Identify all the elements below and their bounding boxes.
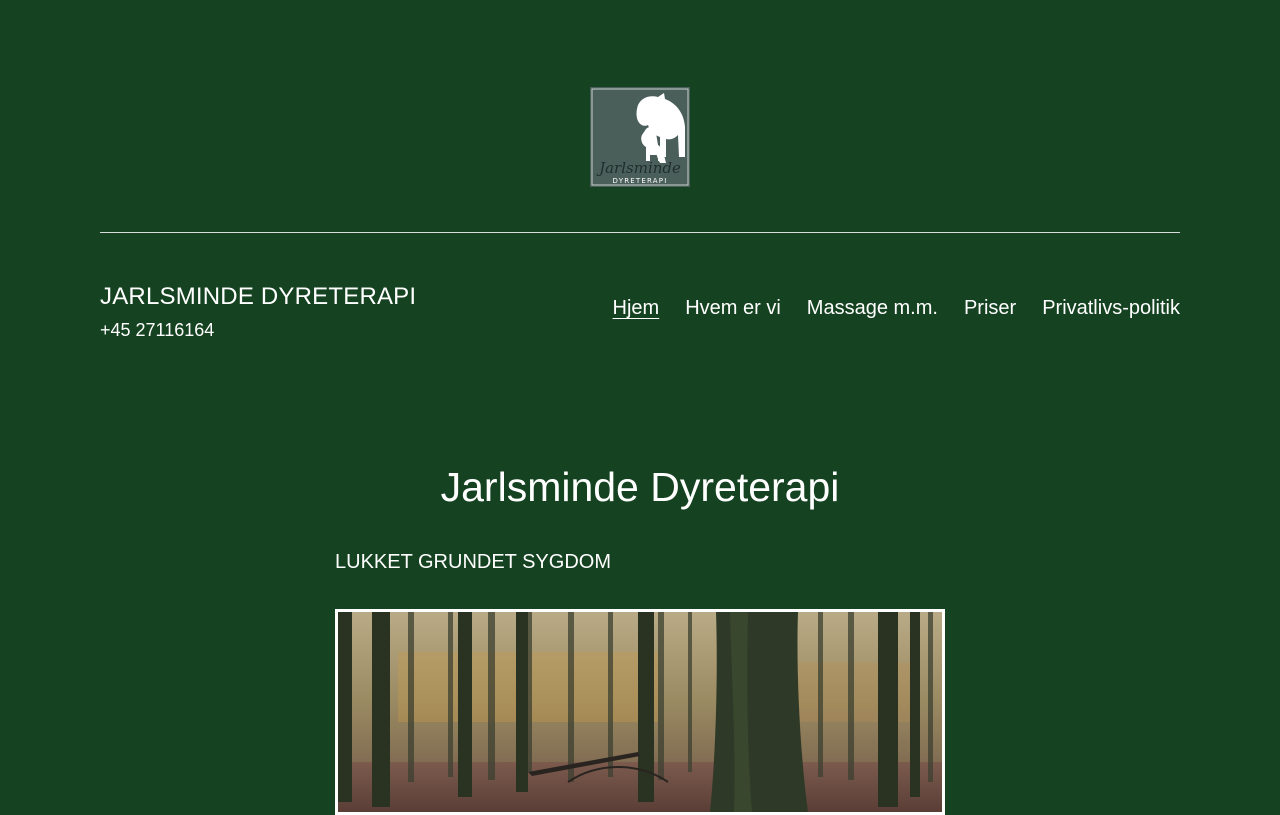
site-title[interactable]: JARLSMINDE DYRETERAPI — [100, 283, 416, 311]
logo-script-text: Jarlsminde — [596, 159, 681, 177]
logo-caps-text: DYRETERAPI — [613, 177, 668, 185]
horse-dog-logo-icon: Jarlsminde DYRETERAPI — [590, 87, 690, 187]
closed-notice: LUKKET GRUNDET SYGDOM — [335, 551, 611, 573]
site-logo[interactable]: Jarlsminde DYRETERAPI — [590, 87, 690, 187]
nav-item-privatlivs-politik[interactable]: Privatlivs-politik — [1042, 297, 1180, 320]
primary-nav: Hjem Hvem er vi Massage m.m. Priser Priv… — [613, 297, 1180, 320]
forest-photo — [335, 609, 945, 815]
forest-photo-image — [338, 612, 942, 812]
nav-item-priser[interactable]: Priser — [964, 297, 1016, 320]
site-phone: +45 27116164 — [100, 320, 215, 340]
nav-item-hvem-er-vi[interactable]: Hvem er vi — [685, 297, 781, 320]
nav-item-hjem[interactable]: Hjem — [613, 297, 660, 320]
header-divider — [100, 232, 1180, 233]
nav-item-massage[interactable]: Massage m.m. — [807, 297, 938, 320]
page-title: Jarlsminde Dyreterapi — [440, 464, 840, 510]
